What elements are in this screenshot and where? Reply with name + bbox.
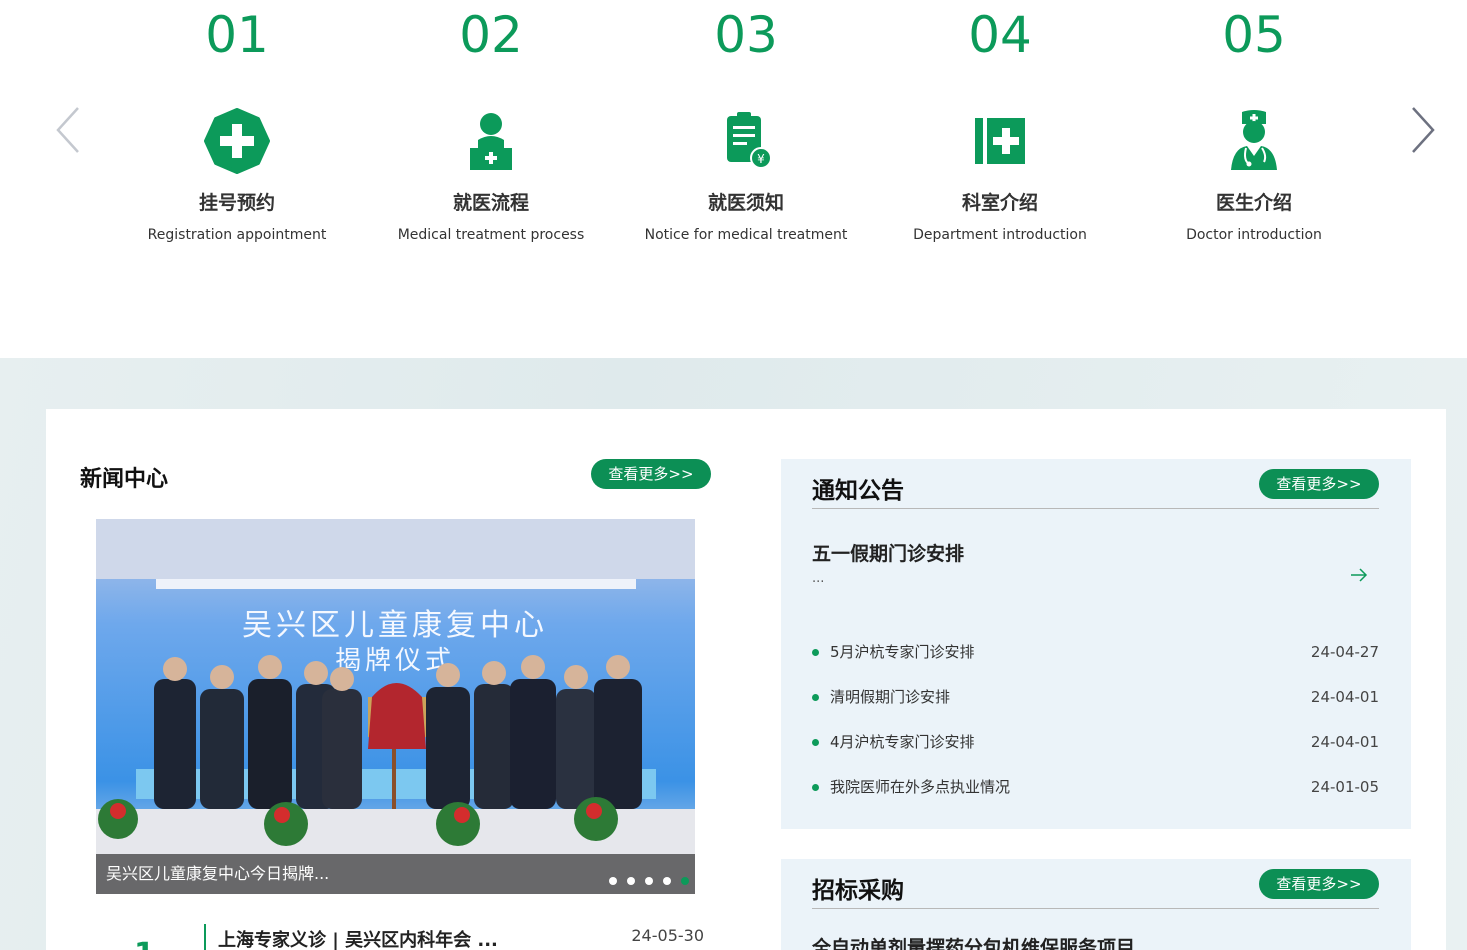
notice-item-date: 24-04-01 (1310, 688, 1379, 706)
service-number: 02 (459, 6, 523, 64)
bullet-dot (812, 649, 819, 656)
clipboard-yen-icon: ¥ (711, 106, 781, 176)
bidding-box: 招标采购 查看更多>> 全自动单剂量摆药分包机维保服务项目 (781, 859, 1411, 950)
chevron-left-icon (56, 107, 79, 153)
divider (812, 908, 1379, 909)
service-subtitle: Doctor introduction (1186, 227, 1322, 243)
slide-dot[interactable] (645, 877, 653, 885)
notice-item-date: 24-04-01 (1310, 733, 1379, 751)
news-more-button[interactable]: 查看更多>> (591, 459, 711, 489)
service-title: 医生介绍 (1215, 192, 1292, 214)
service-subtitle: Registration appointment (147, 227, 327, 243)
first-aid-kit-icon (965, 106, 1035, 176)
bidding-more-button[interactable]: 查看更多>> (1259, 869, 1379, 899)
notice-item[interactable]: 我院医师在外多点执业情况 24-01-05 (812, 774, 1379, 819)
news-item-title[interactable]: 上海专家义诊 | 吴兴区内科年会 ... (218, 926, 498, 950)
slide-dot[interactable] (609, 877, 617, 885)
service-title: 挂号预约 (198, 192, 275, 214)
service-department[interactable]: 04 科室介绍 Department introduction (873, 0, 1127, 243)
bullet-dot (812, 694, 819, 701)
service-title: 就医流程 (452, 192, 529, 214)
notice-feature-title[interactable]: 五一假期门诊安排 (812, 539, 964, 566)
notice-list: 5月沪杭专家门诊安排 24-04-27 清明假期门诊安排 24-04-01 4月沪杭… (812, 639, 1379, 819)
notice-item[interactable]: 4月沪杭专家门诊安排 24-04-01 (812, 729, 1379, 774)
service-doctor[interactable]: 05 医生介绍 Doctor introduction (1127, 0, 1381, 243)
notice-item[interactable]: 5月沪杭专家门诊安排 24-04-27 (812, 639, 1379, 684)
slide-dot[interactable] (663, 877, 671, 885)
service-registration[interactable]: 01 挂号预约 Registration appointment (110, 0, 364, 243)
service-title: 就医须知 (707, 192, 784, 214)
slide-caption[interactable]: 吴兴区儿童康复中心今日揭牌... (96, 854, 695, 894)
notice-item-title[interactable]: 我院医师在外多点执业情况 (830, 774, 1010, 800)
slide-pagination (609, 877, 689, 885)
notice-item-date: 24-01-05 (1310, 778, 1379, 796)
notice-item[interactable]: 清明假期门诊安排 24-04-01 (812, 684, 1379, 729)
notice-item-title[interactable]: 5月沪杭专家门诊安排 (830, 639, 975, 665)
notice-more-button[interactable]: 查看更多>> (1259, 469, 1379, 499)
news-slideshow[interactable]: 吴兴区儿童康复中心 揭牌仪式 吴兴区儿童康复中心今日揭牌... (96, 519, 695, 894)
services-section: 01 挂号预约 Registration appointment 02 就医流程… (0, 0, 1467, 358)
bidding-title: 招标采购 (812, 878, 904, 904)
arrow-right-icon[interactable] (1349, 567, 1369, 583)
news-title: 新闻中心 (80, 467, 169, 492)
service-subtitle: Department introduction (913, 227, 1087, 243)
service-number: 01 (205, 6, 269, 64)
content-panel: 新闻中心 查看更多>> 吴兴区儿童康复中心 揭牌仪式 吴兴区儿童康复中心今日揭牌… (46, 409, 1446, 950)
bullet-dot (812, 739, 819, 746)
news-item-date: 24-05-30 (631, 926, 704, 945)
news-list-item[interactable]: 上海专家义诊 | 吴兴区内科年会 ... 24-05-30 (204, 924, 704, 950)
doctor-icon (1219, 106, 1289, 176)
bidding-item-title[interactable]: 全自动单剂量摆药分包机维保服务项目 (812, 933, 1135, 950)
medical-cross-icon (202, 106, 272, 176)
service-number: 05 (1222, 6, 1286, 64)
slide-dot-active[interactable] (681, 877, 689, 885)
carousel-next-button[interactable] (1403, 100, 1443, 160)
service-number: 03 (714, 6, 778, 64)
carousel-prev-button[interactable] (48, 100, 88, 160)
notice-item-title[interactable]: 清明假期门诊安排 (830, 684, 950, 710)
bullet-dot (812, 784, 819, 791)
chevron-right-icon (1412, 107, 1435, 153)
patient-icon (456, 106, 526, 176)
banner-line-1: 吴兴区儿童康复中心 (242, 608, 548, 643)
service-title: 科室介绍 (961, 192, 1038, 214)
service-subtitle: Medical treatment process (397, 227, 585, 243)
slide-dot[interactable] (627, 877, 635, 885)
svg-text:¥: ¥ (757, 152, 765, 166)
notice-feature-summary: ... (812, 571, 825, 586)
content-section: 新闻中心 查看更多>> 吴兴区儿童康复中心 揭牌仪式 吴兴区儿童康复中心今日揭牌… (0, 358, 1467, 950)
news-photo: 吴兴区儿童康复中心 揭牌仪式 (96, 519, 695, 894)
divider (812, 508, 1379, 509)
service-subtitle: Notice for medical treatment (644, 227, 848, 243)
news-day: 1 (134, 937, 155, 950)
notice-item-date: 24-04-27 (1310, 643, 1379, 661)
notice-title: 通知公告 (812, 478, 904, 504)
notice-item-title[interactable]: 4月沪杭专家门诊安排 (830, 729, 975, 755)
service-number: 04 (968, 6, 1032, 64)
notice-box: 通知公告 查看更多>> 五一假期门诊安排 ... 5月沪杭专家门诊安排 24-04… (781, 459, 1411, 829)
service-notice[interactable]: 03 ¥ 就医须知 Notice for medical treatment (619, 0, 873, 243)
service-process[interactable]: 02 就医流程 Medical treatment process (364, 0, 618, 243)
